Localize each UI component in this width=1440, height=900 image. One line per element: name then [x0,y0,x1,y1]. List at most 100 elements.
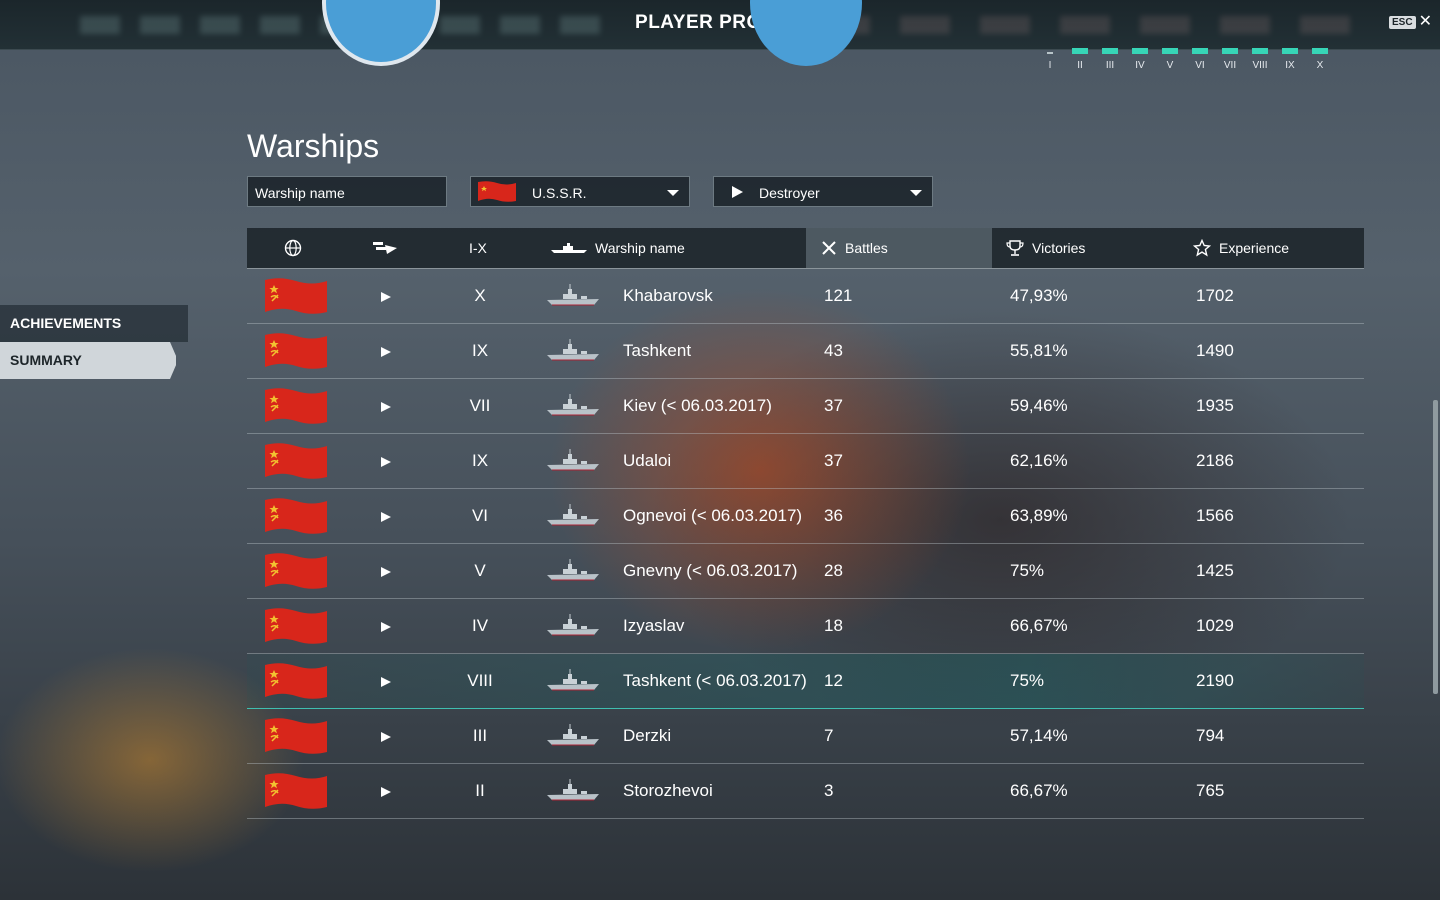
ussr-flag-icon [265,553,327,589]
ship-battles: 12 [824,671,843,690]
ship-classes-icon [373,242,397,254]
ussr-flag-icon [265,278,327,314]
close-button[interactable]: ESC ✕ [1389,13,1432,30]
destroyer-class-icon [381,512,391,522]
ship-battles: 18 [824,616,843,635]
close-icon: ✕ [1418,13,1432,30]
ship-victories: 57,14% [1010,726,1068,745]
ship-victories: 62,16% [1010,451,1068,470]
ussr-flag-icon [265,388,327,424]
tier-item: V [1160,48,1180,71]
tier-label: III [1105,60,1115,71]
ship-silhouette-icon [547,504,599,526]
table-row[interactable]: VII Kiev (< 06.03.2017) 37 59,46% 1935 [247,379,1364,434]
ship-victories: 55,81% [1010,341,1068,360]
tier-item: VII [1220,48,1240,71]
ship-name: Derzki [623,726,672,745]
tier-item: IV [1130,48,1150,71]
col-tier[interactable]: I-X [469,228,487,268]
ship-silhouette-icon [551,243,587,253]
nation-dropdown[interactable]: U.S.S.R. [470,176,690,207]
globe-icon [284,239,302,257]
col-victories-label: Victories [1032,240,1086,256]
col-class[interactable] [373,228,399,268]
ship-tier: X [474,286,486,305]
col-experience[interactable]: Experience [1193,228,1289,268]
col-battles-label: Battles [845,240,888,256]
table-row[interactable]: VIII Tashkent (< 06.03.2017) 12 75% 2190 [247,654,1364,709]
ship-silhouette-icon [547,394,599,416]
tier-item: VIII [1250,48,1270,71]
ship-silhouette-icon [547,339,599,361]
warships-title: Warships [247,128,380,164]
ship-experience: 1029 [1196,616,1234,635]
destroyer-class-icon [381,457,391,467]
crossed-swords-icon [822,241,836,255]
table-row[interactable]: IV Izyaslav 18 66,67% 1029 [247,599,1364,654]
col-nation[interactable] [284,228,302,268]
col-warship-name[interactable]: Warship name [551,228,685,268]
ship-name: Izyaslav [623,616,685,635]
ussr-flag-icon [265,608,327,644]
col-experience-label: Experience [1219,240,1290,256]
tier-label: IX [1285,60,1295,71]
col-victories[interactable]: Victories [1006,228,1085,268]
ship-name: Khabarovsk [623,286,713,305]
ship-experience: 1566 [1196,506,1234,525]
col-battles[interactable]: Battles [806,228,992,268]
tier-label: I [1048,60,1052,71]
ussr-flag-icon [265,718,327,754]
table-row[interactable]: IX Tashkent 43 55,81% 1490 [247,324,1364,379]
destroyer-class-icon [381,732,391,742]
class-value: Destroyer [759,185,820,201]
side-nav: ACHIEVEMENTS SUMMARY [0,305,190,379]
trophy-icon [1006,240,1024,256]
class-dropdown[interactable]: Destroyer [713,176,933,207]
table-row[interactable]: V Gnevny (< 06.03.2017) 28 75% 1425 [247,544,1364,599]
tier-label: VI [1195,60,1205,71]
page-title: PLAYER PROFILE [635,12,805,33]
ship-silhouette-icon [547,669,599,691]
table-row[interactable]: IX Udaloi 37 62,16% 2186 [247,434,1364,489]
destroyer-class-icon [381,677,391,687]
tier-item: X [1310,48,1330,71]
star-icon [1193,239,1211,257]
ship-battles: 37 [824,396,843,415]
table-row[interactable]: II Storozhevoi 3 66,67% 765 [247,764,1364,819]
warships-table: I-X Warship name Battles Victories Exper… [247,228,1364,819]
ussr-flag-icon [265,333,327,369]
ussr-flag-icon [265,443,327,479]
ussr-flag-icon [478,181,516,202]
ship-experience: 794 [1196,726,1225,745]
ship-tier: VII [469,396,491,415]
scrollbar[interactable] [1433,400,1438,694]
ship-battles: 28 [824,561,843,580]
ship-name: Gnevny (< 06.03.2017) [623,561,798,580]
ship-battles: 43 [824,341,843,360]
tier-item: VI [1190,48,1210,71]
ship-experience: 1935 [1196,396,1234,415]
ship-victories: 47,93% [1010,286,1068,305]
ship-name: Tashkent [623,341,692,360]
ship-battles: 3 [824,781,834,800]
nav-summary[interactable]: SUMMARY [0,342,176,379]
ship-tier: IV [471,616,489,635]
table-row[interactable]: III Derzki 7 57,14% 794 [247,709,1364,764]
tier-item: I [1040,48,1060,71]
tier-item: II [1070,48,1090,71]
nav-achievements[interactable]: ACHIEVEMENTS [0,305,188,342]
ship-victories: 75% [1010,561,1045,580]
tier-item: III [1100,48,1120,71]
ship-name: Ognevoi (< 06.03.2017) [623,506,803,525]
tier-label: V [1166,60,1174,71]
ship-tier: III [472,726,488,745]
ship-silhouette-icon [547,779,599,801]
nation-value: U.S.S.R. [532,185,587,201]
nation-pie [750,0,862,66]
table-row[interactable]: X Khabarovsk 121 47,93% 1702 [247,269,1364,324]
ship-name: Kiev (< 06.03.2017) [623,396,772,415]
warship-name-filter[interactable]: Warship name [247,176,447,207]
table-row[interactable]: VI Ognevoi (< 06.03.2017) 36 63,89% 1566 [247,489,1364,544]
ship-victories: 59,46% [1010,396,1068,415]
destroyer-class-icon [381,622,391,632]
